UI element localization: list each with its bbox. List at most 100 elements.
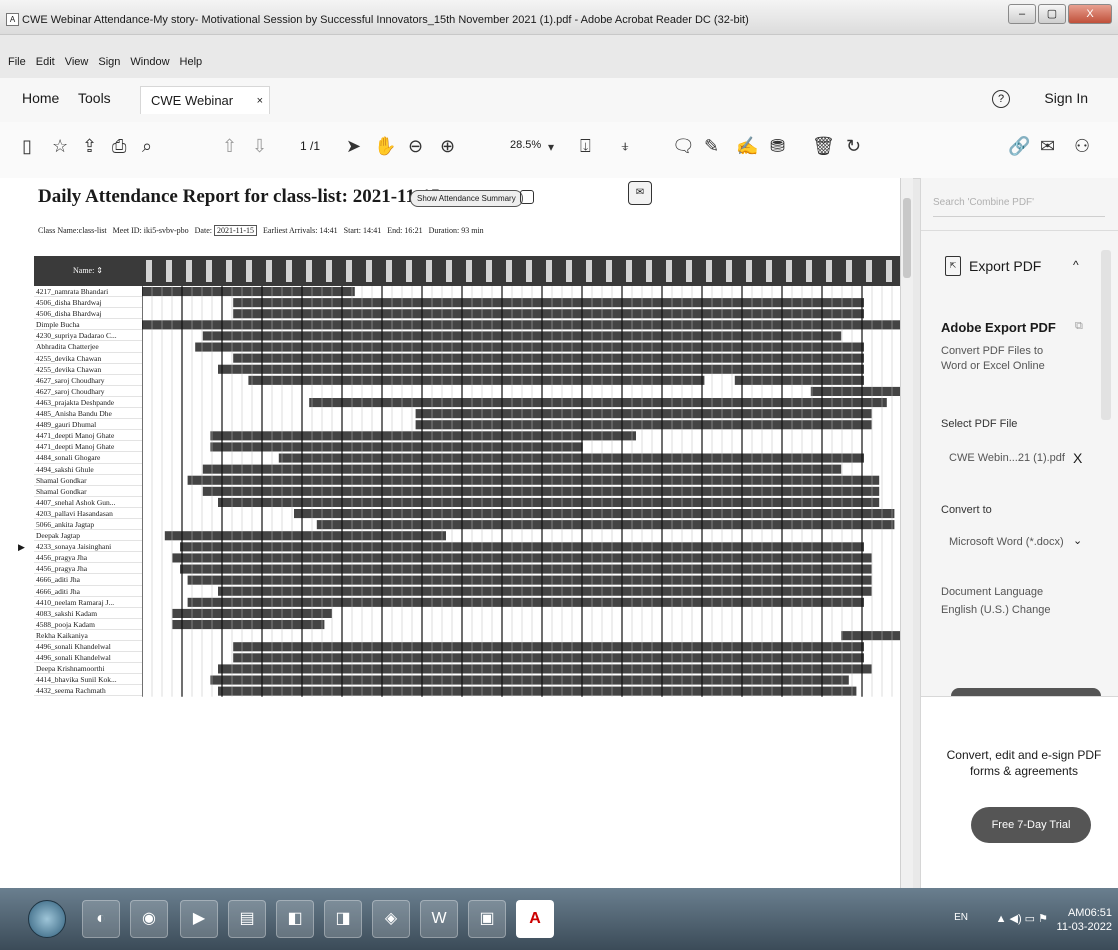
tool-search-input[interactable]: Search 'Combine PDF' — [933, 190, 1105, 217]
menu-help[interactable]: Help — [180, 56, 203, 68]
timeline-header-tick — [726, 260, 732, 282]
attendee-name: 4489_gauri Dhumal — [34, 419, 142, 431]
search-icon[interactable]: ⌕ — [142, 136, 152, 157]
attendee-name: 4666_aditi Jha — [34, 574, 142, 586]
upload-icon[interactable]: ⇪ — [82, 136, 97, 157]
zoom-out-icon[interactable]: ⊖ — [408, 136, 423, 157]
tray-icons[interactable]: ▲ ◀) ▭ ⚑ — [996, 912, 1048, 925]
account-icon[interactable]: ⚇ — [1074, 136, 1090, 157]
print-icon[interactable]: ⎙ — [112, 136, 126, 157]
attendee-name: 4463_prajakta Deshpande — [34, 397, 142, 409]
taskbar-app-icon-3[interactable]: ◧ — [276, 900, 314, 938]
page-indicator[interactable]: 1 /1 — [300, 139, 320, 153]
promo-text: Convert, edit and e-sign PDF forms & agr… — [946, 748, 1102, 778]
menu-sign[interactable]: Sign — [98, 56, 120, 68]
stamp-icon[interactable]: ⛃ — [770, 136, 785, 157]
attendance-segment — [294, 509, 895, 519]
zoom-in-icon[interactable]: ⊕ — [440, 136, 455, 157]
tab-tools[interactable]: Tools — [78, 90, 111, 106]
timeline-header-tick — [146, 260, 152, 282]
window-title: CWE Webinar Attendance-My story- Motivat… — [22, 14, 749, 26]
menu-window[interactable]: Window — [130, 56, 169, 68]
highlight-pen-icon[interactable]: ✎ — [704, 136, 719, 157]
page-down-icon[interactable]: ⇩ — [252, 136, 267, 157]
comment-icon[interactable]: 🗨 — [672, 136, 695, 157]
hand-tool-icon[interactable]: ✋ — [374, 136, 396, 157]
email-icon[interactable]: ✉ — [1040, 136, 1055, 157]
share-link-icon[interactable]: 🔗 — [1008, 136, 1030, 157]
tab-home[interactable]: Home — [22, 90, 59, 106]
convert-format-select[interactable]: Microsoft Word (*.docx) — [949, 536, 1064, 548]
timeline-header-tick — [566, 260, 572, 282]
copy-icon[interactable]: ⧉ — [1075, 320, 1083, 333]
menu-edit[interactable]: Edit — [36, 56, 55, 68]
select-pdf-label: Select PDF File — [941, 418, 1018, 430]
taskbar-acrobat-icon[interactable]: A — [516, 900, 554, 938]
attendee-name: 4414_bhavika Sunil Kok... — [34, 674, 142, 686]
collapse-caret-icon[interactable]: ^ — [1073, 258, 1079, 272]
taskbar-app-icon-2[interactable]: ◉ — [130, 900, 168, 938]
left-pane-toggle-icon[interactable]: ▶ — [18, 542, 25, 553]
chevron-down-icon[interactable]: ⌄ — [1073, 534, 1082, 547]
show-attendance-summary-button[interactable]: Show Attendance Summary — [410, 190, 523, 207]
page-up-icon[interactable]: ⇧ — [222, 136, 237, 157]
attendee-name: 4471_deepti Manoj Ghate — [34, 430, 142, 442]
document-language-value[interactable]: English (U.S.) Change — [941, 604, 1050, 616]
select-cursor-icon[interactable]: ➤ — [346, 136, 361, 157]
export-pdf-header[interactable]: ⇱ Export PDF — [945, 256, 1041, 276]
taskbar-word-icon[interactable]: W — [420, 900, 458, 938]
scroll-mode-icon[interactable]: ⍖ — [620, 136, 631, 157]
scrollbar-thumb[interactable] — [903, 198, 911, 278]
toolbar: ▯ ☆ ⇪ ⎙ ⌕ ⇧ ⇩ 1 /1 ➤ ✋ ⊖ ⊕ 28.5% ▾ ⍗ ⍖ 🗨… — [0, 122, 1118, 179]
zoom-level[interactable]: 28.5% — [510, 139, 541, 151]
date-select[interactable]: 2021-11-15 — [213, 225, 258, 236]
create-pdf-icon[interactable]: ▯ — [22, 136, 32, 157]
taskbar-app-icon-5[interactable]: ◈ — [372, 900, 410, 938]
document-scrollbar[interactable] — [900, 178, 913, 888]
taskbar-media-icon[interactable]: ▶ — [180, 900, 218, 938]
close-window-button[interactable]: X — [1068, 4, 1112, 24]
sign-icon[interactable]: ✍ — [736, 136, 758, 157]
remove-file-icon[interactable]: X — [1073, 450, 1082, 466]
attendance-segment — [278, 453, 864, 463]
tab-document[interactable]: CWE Webinar Atte... × — [140, 86, 270, 136]
attendee-name: 4627_saroj Choudhary — [34, 386, 142, 397]
taskbar-app-icon-6[interactable]: ▣ — [468, 900, 506, 938]
timeline-header-tick — [786, 260, 792, 282]
timeline-header-tick — [246, 260, 252, 282]
free-trial-button[interactable]: Free 7-Day Trial — [971, 807, 1091, 843]
timeline-header-tick — [586, 260, 592, 282]
zoom-dropdown-icon[interactable]: ▾ — [548, 140, 554, 154]
help-icon[interactable]: ? — [992, 90, 1010, 108]
taskbar-app-icon-4[interactable]: ◨ — [324, 900, 362, 938]
taskbar-files-icon[interactable]: ▤ — [228, 900, 266, 938]
attendee-name: 4410_neelam Ramaraj J... — [34, 597, 142, 608]
rotate-icon[interactable]: ↻ — [846, 136, 861, 157]
minimize-button[interactable]: – — [1008, 4, 1036, 24]
taskbar-app-icon-1[interactable]: ◐ — [82, 900, 120, 938]
timeline-header-tick — [686, 260, 692, 282]
attendance-segment — [187, 575, 872, 585]
delete-icon[interactable]: 🗑 — [812, 136, 835, 157]
name-column-header[interactable]: Name: ⇕ — [34, 256, 142, 286]
timeline-header-tick — [326, 260, 332, 282]
timeline-header-tick — [426, 260, 432, 282]
menu-file[interactable]: File — [8, 56, 26, 68]
maximize-button[interactable]: ▢ — [1038, 4, 1066, 24]
bookmark-star-icon[interactable]: ☆ — [52, 136, 68, 157]
input-language[interactable]: EN — [954, 912, 968, 923]
clock[interactable]: AM06:51 11-03-2022 — [1057, 906, 1112, 934]
end-time: End: 16:21 — [387, 226, 423, 235]
attendee-name: 4506_disha Bhardwaj — [34, 297, 142, 309]
floating-comment-icon[interactable]: ✉ — [628, 181, 652, 205]
sign-in-link[interactable]: Sign In — [1044, 90, 1088, 106]
convert-to-label: Convert to — [941, 504, 992, 516]
page-current[interactable]: 1 — [300, 139, 307, 153]
start-button-icon[interactable] — [28, 900, 66, 938]
export-square-icon[interactable] — [520, 190, 534, 204]
fit-page-icon[interactable]: ⍗ — [580, 136, 591, 157]
document-viewport[interactable]: Daily Attendance Report for class-list: … — [0, 178, 910, 888]
pane-scrollbar[interactable] — [1101, 250, 1111, 420]
close-tab-icon[interactable]: × — [257, 87, 263, 115]
menu-view[interactable]: View — [65, 56, 89, 68]
